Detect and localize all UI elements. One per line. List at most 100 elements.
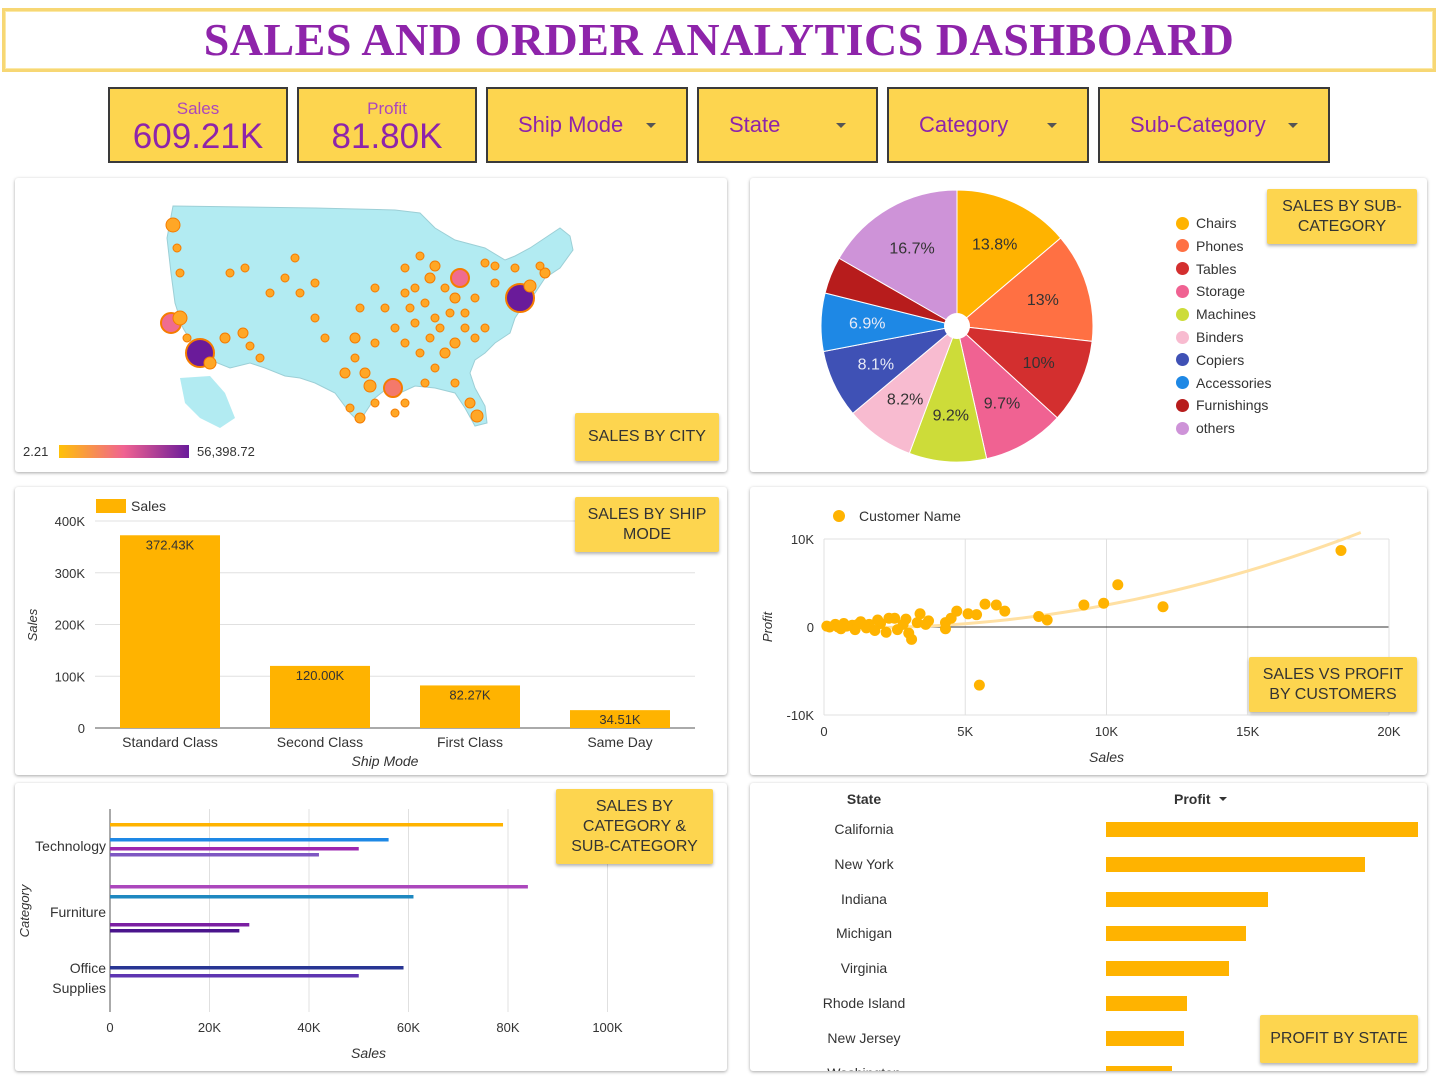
customer-point[interactable] [990, 599, 1002, 611]
customer-point[interactable] [1157, 601, 1169, 613]
city-bubble[interactable] [435, 323, 445, 333]
sub-category-bar[interactable] [110, 847, 359, 851]
city-bubble[interactable] [400, 398, 410, 408]
city-bubble[interactable] [450, 378, 460, 388]
city-bubble[interactable] [400, 263, 410, 273]
city-bubble[interactable] [359, 367, 371, 379]
city-bubble[interactable] [290, 253, 300, 263]
city-bubble[interactable] [165, 217, 181, 233]
city-bubble[interactable] [385, 380, 401, 396]
legend-item-phones[interactable]: Phones [1176, 238, 1243, 254]
sub-category-bar[interactable] [110, 838, 389, 842]
legend-item-tables[interactable]: Tables [1176, 261, 1236, 277]
state-row[interactable]: Michigan [750, 916, 1428, 950]
city-bubble[interactable] [255, 353, 265, 363]
legend-item-accessories[interactable]: Accessories [1176, 375, 1271, 391]
state-filter[interactable]: State [697, 87, 878, 163]
legend-item-copiers[interactable]: Copiers [1176, 352, 1244, 368]
legend-item-chairs[interactable]: Chairs [1176, 215, 1236, 231]
city-bubble[interactable] [203, 356, 217, 370]
city-bubble[interactable] [490, 278, 500, 288]
customer-point[interactable] [1335, 544, 1347, 556]
customer-point[interactable] [821, 620, 833, 632]
city-bubble[interactable] [350, 353, 360, 363]
city-bubble[interactable] [240, 263, 250, 273]
customer-point[interactable] [1078, 599, 1090, 611]
city-bubble[interactable] [420, 298, 430, 308]
legend-item-binders[interactable]: Binders [1176, 329, 1243, 345]
city-bubble[interactable] [449, 292, 461, 304]
city-bubble[interactable] [355, 303, 365, 313]
city-bubble[interactable] [410, 318, 420, 328]
profit-column-header[interactable]: Profit [1174, 791, 1227, 807]
city-bubble[interactable] [449, 337, 461, 349]
state-row[interactable]: California [750, 812, 1428, 846]
city-bubble[interactable] [430, 363, 440, 373]
state-row[interactable]: Virginia [750, 951, 1428, 985]
city-bubble[interactable] [320, 333, 330, 343]
city-bubble[interactable] [400, 288, 410, 298]
city-bubble[interactable] [464, 397, 476, 409]
city-bubble[interactable] [349, 332, 361, 344]
city-bubble[interactable] [490, 261, 500, 271]
legend-item-storage[interactable]: Storage [1176, 283, 1245, 299]
city-bubble[interactable] [245, 341, 255, 351]
state-row[interactable]: Rhode Island [750, 986, 1428, 1020]
city-bubble[interactable] [439, 347, 451, 359]
city-bubble[interactable] [175, 268, 185, 278]
state-row[interactable]: New Jersey [750, 1021, 1428, 1055]
city-bubble[interactable] [172, 243, 182, 253]
city-bubble[interactable] [450, 268, 470, 288]
city-bubble[interactable] [429, 260, 441, 272]
city-bubble[interactable] [470, 333, 480, 343]
city-bubble[interactable] [295, 288, 305, 298]
city-bubble[interactable] [415, 251, 425, 261]
city-bubble[interactable] [182, 333, 192, 343]
bar-standard-class[interactable] [120, 535, 220, 728]
city-bubble[interactable] [480, 323, 490, 333]
city-bubble[interactable] [410, 283, 420, 293]
city-bubble[interactable] [480, 258, 490, 268]
city-bubble[interactable] [370, 398, 380, 408]
city-bubble[interactable] [405, 303, 415, 313]
city-bubble[interactable] [390, 408, 400, 418]
city-bubble[interactable] [470, 293, 480, 303]
city-bubble[interactable] [370, 338, 380, 348]
city-bubble[interactable] [380, 303, 390, 313]
city-bubble[interactable] [310, 278, 320, 288]
customer-point[interactable] [900, 613, 912, 625]
legend-item-others[interactable]: others [1176, 420, 1235, 436]
city-bubble[interactable] [400, 338, 410, 348]
city-bubble[interactable] [354, 412, 366, 424]
customer-point[interactable] [945, 612, 957, 624]
city-bubble[interactable] [363, 379, 377, 393]
city-bubble[interactable] [370, 283, 380, 293]
state-row[interactable]: Washington [750, 1056, 1428, 1071]
legend-item-furnishings[interactable]: Furnishings [1176, 397, 1268, 413]
sub-category-bar[interactable] [110, 966, 404, 970]
city-bubble[interactable] [237, 327, 249, 339]
customer-point[interactable] [1033, 610, 1045, 622]
city-bubble[interactable] [510, 263, 520, 273]
customer-point[interactable] [832, 621, 844, 633]
sales-profit-scatter-chart[interactable]: 0 5K 10K 15K 20K -10K 0 10K Customer Name Sales Pr… [750, 487, 1427, 775]
customer-point[interactable] [869, 625, 881, 637]
city-bubble[interactable] [460, 323, 470, 333]
sub-category-filter[interactable]: Sub-Category [1098, 87, 1330, 163]
city-bubble[interactable] [310, 313, 320, 323]
city-bubble[interactable] [219, 332, 231, 344]
customer-point[interactable] [1098, 597, 1110, 609]
sub-category-bar[interactable] [110, 823, 504, 827]
city-bubble[interactable] [225, 268, 235, 278]
city-bubble[interactable] [415, 348, 425, 358]
city-bubble[interactable] [430, 313, 440, 323]
city-bubble[interactable] [535, 261, 545, 271]
sub-category-bar[interactable] [110, 853, 319, 857]
sub-category-bar[interactable] [110, 974, 359, 978]
city-bubble[interactable] [470, 409, 484, 423]
customer-point[interactable] [903, 627, 915, 639]
state-row[interactable]: Indiana [750, 882, 1428, 916]
sub-category-bar[interactable] [110, 895, 414, 899]
customer-point[interactable] [973, 679, 985, 691]
city-bubble[interactable] [425, 333, 435, 343]
